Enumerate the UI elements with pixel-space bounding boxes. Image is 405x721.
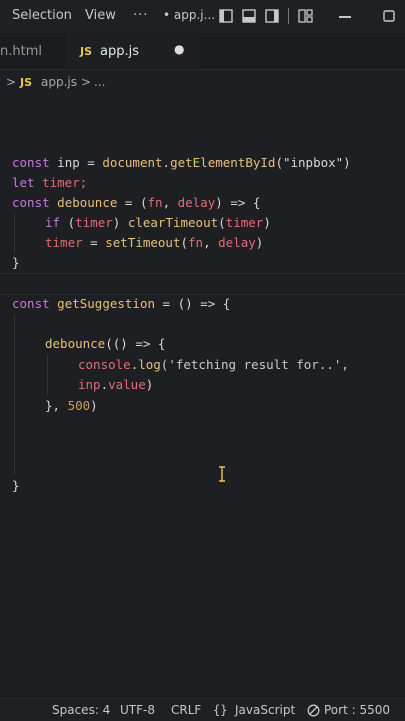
indent-guide xyxy=(14,315,15,475)
status-indentation[interactable]: Spaces: 4 xyxy=(52,703,110,717)
indent-guide xyxy=(14,214,15,254)
code-line: const getSuggestion = () => { xyxy=(12,296,231,311)
status-language[interactable]: JavaScript xyxy=(235,703,295,717)
text-cursor-icon xyxy=(219,466,225,482)
code-line: const inp = document.getElementById("inp… xyxy=(12,155,351,170)
status-bar: Spaces: 4 UTF-8 CRLF {} JavaScript Port … xyxy=(0,698,405,721)
code-line: debounce(() => { xyxy=(45,336,166,351)
status-live-server-port[interactable]: Port : 5500 xyxy=(324,703,390,717)
code-line: if (timer) clearTimeout(timer) xyxy=(45,215,271,230)
status-line-ending[interactable]: CRLF xyxy=(171,703,201,717)
indent-guide xyxy=(47,355,48,395)
code-editor[interactable]: const inp = document.getElementById("inp… xyxy=(0,0,405,720)
code-line: inp.value) xyxy=(78,377,154,392)
port-disabled-icon xyxy=(307,704,320,717)
current-line-highlight xyxy=(0,273,405,295)
code-line: console.log('fetching result for..', xyxy=(78,357,349,372)
code-line: } xyxy=(12,255,20,270)
code-line: }, 500) xyxy=(45,398,98,413)
braces-icon: {} xyxy=(213,703,228,717)
code-line: timer = setTimeout(fn, delay) xyxy=(45,235,264,250)
code-line: } xyxy=(12,478,20,493)
code-line: let timer; xyxy=(12,175,88,190)
status-encoding[interactable]: UTF-8 xyxy=(120,703,155,717)
code-line: const debounce = (fn, delay) => { xyxy=(12,195,261,210)
